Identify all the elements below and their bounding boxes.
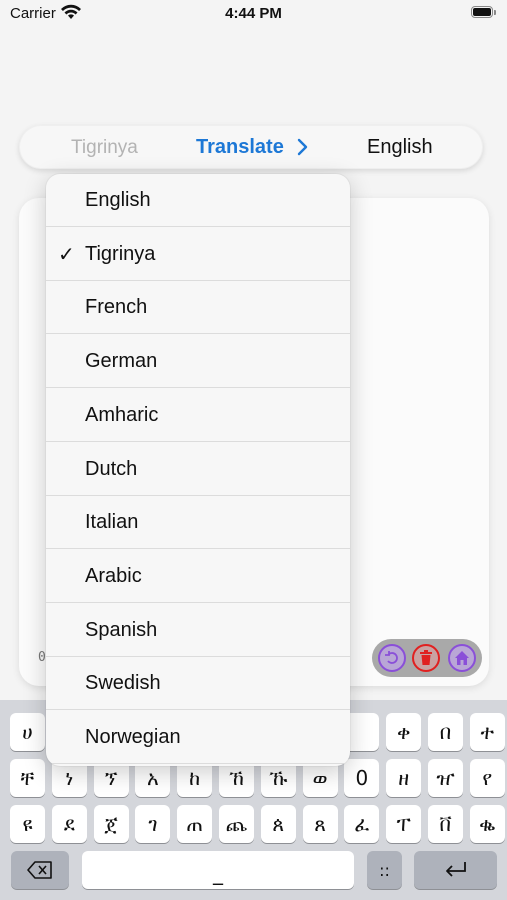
keyboard-key-label: ቈ <box>479 812 496 836</box>
keyboard-key-label: ጰ <box>272 812 285 836</box>
keyboard-key-label: ኹ <box>269 766 288 790</box>
keyboard-key-label: የ <box>482 766 493 790</box>
return-key[interactable] <box>414 851 497 889</box>
keyboard-key-label: ዩ <box>22 812 33 836</box>
checkmark-icon: ✓ <box>58 243 75 266</box>
keyboard-key-label: ነ <box>65 766 74 790</box>
language-option-amharic[interactable]: Amharic <box>46 389 350 442</box>
language-menu: English ✓ Tigrinya French German Amharic Dutch… <box>46 174 350 766</box>
keyboard-key-label: ጀ <box>104 812 118 836</box>
keyboard-key-label: 0 <box>355 766 369 790</box>
language-option-label: Tigrinya <box>85 242 156 265</box>
language-option-italian[interactable]: Italian <box>46 496 350 550</box>
keyboard-key-label: ተ <box>480 720 495 744</box>
colon-key[interactable]: :: <box>367 851 402 889</box>
home-button[interactable] <box>448 644 476 672</box>
keyboard-key-label: ፈ <box>354 812 370 836</box>
trash-icon <box>420 650 432 665</box>
language-option-label: Italian <box>85 511 139 534</box>
language-option-label: Amharic <box>85 403 159 426</box>
keyboard-key[interactable]: ተ <box>469 713 505 751</box>
language-option-label: Norwegian <box>85 726 181 748</box>
language-option-label: Dutch <box>85 457 138 480</box>
space-key[interactable]: _ <box>82 851 354 889</box>
keyboard-key[interactable]: ቀ <box>386 713 422 751</box>
language-option-label: English <box>85 189 151 211</box>
language-option-spanish[interactable]: Spanish <box>46 604 350 657</box>
keyboard-key-label: ገ <box>148 812 158 836</box>
language-option-norwegian[interactable]: Norwegian <box>46 711 350 764</box>
keyboard-key[interactable]: ቨ <box>428 805 463 843</box>
keyboard-key-label: ኸ <box>229 766 244 790</box>
keyboard-key-label: ሀ <box>22 720 33 744</box>
language-bar: Tigrinya Translate English <box>19 125 483 169</box>
keyboard-key-label: ከ <box>189 766 201 790</box>
language-option-english[interactable]: English <box>46 174 350 227</box>
language-option-german[interactable]: German <box>46 335 350 389</box>
keyboard-key-label: በ <box>439 720 452 744</box>
clear-button[interactable] <box>412 644 440 672</box>
keyboard-key[interactable]: ጀ <box>93 805 129 843</box>
language-option-label: Swedish <box>85 672 161 695</box>
home-icon <box>455 651 469 665</box>
keyboard-key[interactable]: ዩ <box>10 805 45 843</box>
space-key-label: _ <box>213 861 223 885</box>
keyboard-key-label: ፐ <box>396 812 411 836</box>
keyboard-key[interactable]: ቈ <box>469 805 505 843</box>
undo-icon <box>385 651 398 664</box>
keyboard-key[interactable]: ዠ <box>428 759 463 797</box>
keyboard-key-label: ኘ <box>104 766 118 790</box>
keyboard-key[interactable]: ደ <box>51 805 87 843</box>
keyboard-key-label: ወ <box>312 766 328 790</box>
colon-key-label: :: <box>379 860 390 880</box>
keyboard-key[interactable]: ቸ <box>10 759 45 797</box>
keyboard-key-label: ደ <box>63 812 75 836</box>
keyboard-key[interactable]: የ <box>469 759 505 797</box>
keyboard-key[interactable]: ገ <box>135 805 171 843</box>
translate-button[interactable]: Translate <box>196 136 284 159</box>
language-option-tigrinya[interactable]: ✓ Tigrinya <box>46 228 350 281</box>
language-option-french[interactable]: French <box>46 281 350 335</box>
language-option-swedish[interactable]: Swedish <box>46 657 350 711</box>
language-option-arabic[interactable]: Arabic <box>46 550 350 603</box>
backspace-key[interactable] <box>11 851 69 889</box>
keyboard-key[interactable]: በ <box>428 713 463 751</box>
keyboard-key-label: ዠ <box>436 766 455 790</box>
action-bar <box>372 639 482 677</box>
keyboard-key-label: ቀ <box>396 720 411 744</box>
language-option-label: German <box>85 350 158 373</box>
undo-button[interactable] <box>378 644 406 672</box>
keyboard-key-label: ጨ <box>225 812 248 836</box>
keyboard-key-label: ቸ <box>20 766 35 790</box>
return-icon <box>445 862 466 877</box>
status-bar: Carrier 4:44 PM <box>0 0 507 30</box>
keyboard-key-label: ቨ <box>439 812 452 836</box>
keyboard-key[interactable]: 0 <box>344 759 380 797</box>
chevron-right-icon[interactable] <box>297 138 309 156</box>
target-language-button[interactable]: English <box>367 136 433 159</box>
keyboard-key[interactable]: ፈ <box>344 805 380 843</box>
keyboard-key[interactable]: ሀ <box>10 713 45 751</box>
battery-icon <box>471 6 497 20</box>
language-option-dutch[interactable]: Dutch <box>46 443 350 496</box>
backspace-icon <box>27 861 52 879</box>
keyboard-key[interactable]: ጰ <box>260 805 296 843</box>
character-count: 0 <box>38 650 46 665</box>
source-language-button[interactable]: Tigrinya <box>71 137 138 159</box>
language-option-label: Spanish <box>85 618 158 641</box>
clock: 4:44 PM <box>225 5 282 22</box>
language-option-label: French <box>85 296 148 319</box>
keyboard-key[interactable]: ጠ <box>177 805 213 843</box>
keyboard-key[interactable]: ፐ <box>386 805 422 843</box>
keyboard-key[interactable]: ጸ <box>302 805 338 843</box>
keyboard-key-label: ዘ <box>398 766 410 790</box>
keyboard-key-label: ጠ <box>186 812 203 836</box>
keyboard-key[interactable]: ጨ <box>219 805 254 843</box>
keyboard-key-label: ጸ <box>314 812 326 836</box>
keyboard-key[interactable]: ዘ <box>386 759 422 797</box>
language-option-label: Arabic <box>85 564 142 587</box>
keyboard-key-label: አ <box>147 766 159 790</box>
